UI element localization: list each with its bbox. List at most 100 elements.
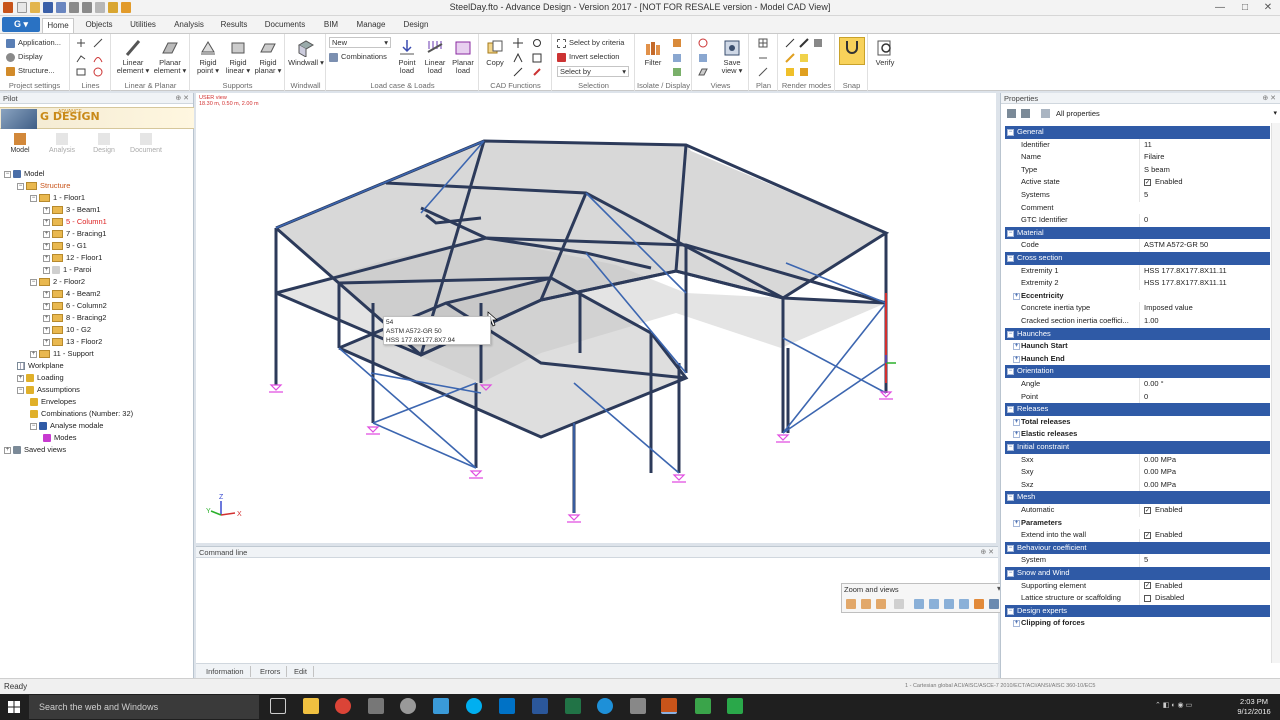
pin-icon[interactable]: ⊕ ✕ [980,547,994,558]
mirror-icon[interactable] [513,53,523,63]
property-row[interactable]: Identifier 11 [1005,138,1270,152]
render-lights-icon[interactable] [799,67,809,77]
property-row[interactable]: Extend into the wall ✓ Enabled [1005,529,1270,542]
view-orbit-icon[interactable] [698,38,708,48]
property-value[interactable]: ASTM A572-GR 50 [1139,239,1270,252]
tree-item[interactable]: +11 - Support [30,348,94,360]
property-section[interactable]: − Mesh [1005,491,1270,504]
view-cube-icon[interactable] [698,53,708,63]
expand-icon[interactable]: + [43,266,50,274]
pin-icon[interactable]: ⊕ ✕ [175,93,189,104]
word-icon[interactable] [532,698,548,714]
tab-bim[interactable]: BIM [318,18,344,33]
collapse-icon[interactable]: − [1007,494,1014,502]
circle-icon[interactable] [93,67,103,77]
property-value[interactable]: 0 [1139,214,1270,227]
structure-settings-button[interactable]: Structure... [6,65,55,77]
property-value[interactable]: 5 [1139,189,1270,202]
select-by-criteria-button[interactable]: Select by criteria [557,37,624,49]
copy-button[interactable]: Copy [482,39,508,67]
property-subgroup[interactable]: + Haunch Start [1005,340,1270,353]
checkbox[interactable]: ✓ [1144,178,1151,186]
pilot-tab-design[interactable]: Design [84,133,124,154]
minimize-button[interactable]: — [1210,1,1230,15]
polyline-icon[interactable] [76,53,86,63]
tree-item[interactable]: + Loading [17,372,64,384]
tree-item[interactable]: − 1 - Floor1 [30,192,85,204]
tree-item[interactable]: − Analyse modale [30,420,103,432]
tab-results[interactable]: Results [216,18,252,33]
render-beams-icon[interactable] [799,53,809,63]
expand-icon[interactable]: + [1013,418,1020,426]
render-section-icon[interactable] [785,53,795,63]
property-row[interactable]: Extremity 1 HSS 177.8X177.8X11.11 [1005,264,1270,278]
view-plane-icon[interactable] [698,67,708,77]
tab-manage[interactable]: Manage [352,18,390,33]
filter-button[interactable]: Filter [638,39,668,67]
application-menu-button[interactable]: G ▾ [2,17,40,32]
tree-item[interactable]: +5 - Column1 [43,216,107,228]
rigid-linear-button[interactable]: Rigid linear ▾ [223,39,253,75]
property-subgroup[interactable]: + Total releases [1005,415,1270,429]
property-row[interactable]: System 5 [1005,554,1270,567]
plan-axis-icon[interactable] [758,67,768,77]
tree-item[interactable]: +3 - Beam1 [43,204,101,216]
plan-level-icon[interactable] [758,53,768,63]
settings-icon[interactable] [400,698,416,714]
collapse-icon[interactable]: − [30,278,37,286]
expand-icon[interactable]: + [43,290,50,298]
tree-item[interactable]: Modes [43,432,77,444]
scale-icon[interactable] [532,53,542,63]
save-view-button[interactable]: Save view ▾ [717,39,747,75]
render-wire-icon[interactable] [785,38,795,48]
property-value[interactable]: HSS 177.8X177.8X11.11 [1139,277,1270,290]
property-row[interactable]: Automatic ✓ Enabled [1005,504,1270,517]
property-row[interactable]: Systems 5 [1005,189,1270,202]
checkbox[interactable]: ✓ [1144,531,1151,539]
tree-item[interactable]: Workplane [17,360,64,372]
collapse-icon[interactable]: − [30,422,37,430]
view-front-icon[interactable] [846,599,856,609]
invert-selection-button[interactable]: Invert selection [557,51,619,63]
collapse-icon[interactable]: − [1007,129,1014,136]
checkbox[interactable]: ✓ [1144,582,1151,590]
view-back-icon[interactable] [861,599,871,609]
property-value[interactable]: ✓ Enabled [1139,579,1270,593]
property-section[interactable]: − Behaviour coefficient [1005,541,1270,555]
taskbar-clock[interactable]: 2:03 PM 9/12/2016 [1230,697,1278,717]
property-section[interactable]: − General [1005,126,1270,139]
tree-item[interactable]: − Structure [17,180,70,192]
property-value[interactable]: 0.00 MPa [1139,453,1270,467]
expand-icon[interactable]: + [30,350,37,358]
property-subgroup[interactable]: + Haunch End [1005,352,1270,366]
property-value[interactable]: 0 [1139,390,1270,404]
zoom-and-views-toolbar[interactable]: Zoom and views ▾ ✕ [841,583,1015,613]
collapse-icon[interactable]: − [1007,444,1014,451]
expand-icon[interactable]: + [4,446,11,454]
structure-3d-view[interactable]: Z X Y [196,93,996,543]
properties-scrollbar[interactable] [1271,123,1280,663]
expand-icon[interactable]: + [43,206,50,214]
tab-home[interactable]: Home [42,18,74,33]
expand-icon[interactable]: + [43,314,50,322]
tab-design[interactable]: Design [398,18,434,33]
property-row[interactable]: Sxy 0.00 MPa [1005,466,1270,479]
checkbox[interactable]: ✓ [1144,506,1151,514]
property-row[interactable]: Comment [1005,202,1270,215]
pilot-tab-model[interactable]: Model [0,133,40,154]
collapse-icon[interactable]: − [1007,255,1014,262]
close-button[interactable]: ✕ [1258,1,1278,15]
expand-icon[interactable]: + [43,230,50,238]
collapse-icon[interactable]: − [1007,330,1014,338]
tree-item[interactable]: Combinations (Number: 32) [30,408,133,420]
tree-item[interactable]: +9 - G1 [43,240,87,252]
collapse-icon[interactable]: − [1007,368,1014,376]
expand-icon[interactable]: + [1013,343,1020,351]
view-grid-icon[interactable] [894,599,904,609]
tree-item[interactable]: − Assumptions [17,384,80,396]
combinations-button[interactable]: Combinations [329,51,387,63]
expand-icon[interactable]: + [43,242,50,250]
recorder-icon[interactable] [727,698,743,714]
tab-utilities[interactable]: Utilities [124,18,162,33]
collapse-icon[interactable]: − [4,170,11,178]
